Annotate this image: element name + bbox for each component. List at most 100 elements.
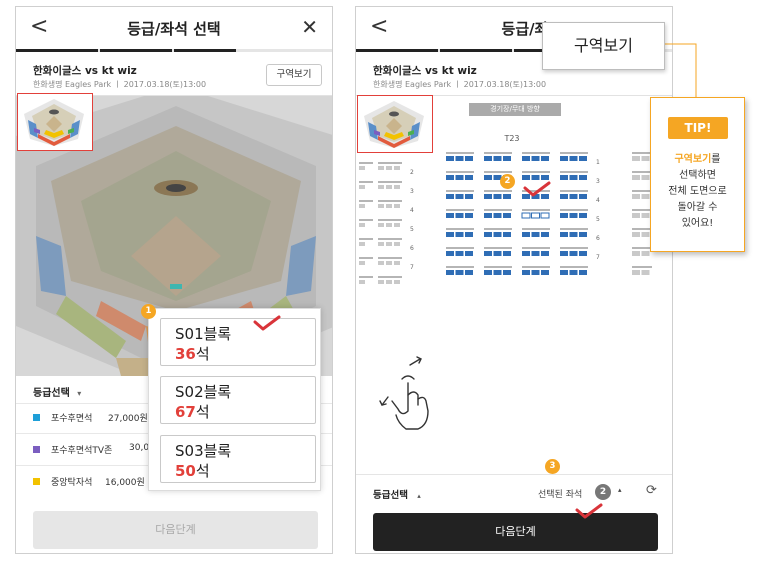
minimap-thumbnail[interactable] [17, 93, 93, 151]
seat [569, 194, 578, 199]
row-number: 3 [410, 188, 414, 195]
seat [493, 270, 502, 275]
row-divider [560, 247, 588, 249]
row-divider [560, 209, 588, 211]
grade-price: 30,0 [129, 443, 150, 453]
row-divider [446, 247, 474, 249]
close-button[interactable]: ✕ [301, 15, 318, 39]
match-subtitle: 한화생명 Eagles Park ㅣ 2017.03.18(토)13:00 [33, 80, 207, 89]
seat [394, 280, 400, 284]
grade-select-toggle[interactable]: 등급선택 ▴ [373, 487, 421, 501]
seat [465, 232, 473, 237]
row-divider [632, 152, 652, 154]
tip-line: 선택하면 [679, 170, 716, 181]
seat [455, 232, 464, 237]
match-info: 한화이글스 vs kt wiz 한화생명 Eagles Park ㅣ 2017.… [16, 54, 332, 96]
block-option-s03[interactable]: S03블록 50석 [160, 435, 316, 483]
callout-connector [664, 43, 697, 98]
seat [455, 270, 464, 275]
seat [378, 223, 384, 227]
caret-up-icon: ▴ [417, 492, 421, 500]
row-divider [632, 228, 652, 230]
row-number: 5 [596, 216, 600, 223]
seat [394, 166, 400, 170]
row-divider [359, 219, 373, 221]
seat [522, 156, 530, 161]
block-name: S03블록 [175, 442, 232, 460]
grade-row[interactable]: 포수후면석TV존 30,0 [33, 439, 153, 463]
stage-direction-label: 경기장/무대 방향 [469, 103, 561, 116]
next-step-button[interactable]: 다음단계 [373, 513, 658, 551]
grade-select-label: 등급선택 [373, 490, 408, 501]
row-divider [522, 247, 550, 249]
tip-badge: TIP! [668, 117, 728, 139]
seat [378, 261, 384, 265]
refresh-icon[interactable]: ⟳ [646, 483, 657, 498]
next-step-button[interactable]: 다음단계 [33, 511, 318, 549]
seat [465, 194, 473, 199]
seat [359, 166, 365, 170]
grade-row[interactable]: 포수후면석 27,000원 [33, 407, 153, 431]
seat [446, 175, 454, 180]
tip-box: TIP! 구역보기를 선택하면 전체 도면으로 돌아갈 수 있어요! [650, 97, 745, 252]
seat [484, 175, 492, 180]
seat [522, 270, 530, 275]
seat [569, 175, 578, 180]
row-divider [359, 276, 373, 278]
seat [541, 156, 549, 161]
selected-seats-label[interactable]: 선택된 좌석 [538, 487, 582, 500]
row-divider [359, 162, 373, 164]
seat [455, 194, 464, 199]
seat [386, 223, 392, 227]
checkmark-icon [253, 315, 281, 331]
bottom-bar: 다음단계 [16, 498, 332, 553]
progress-segment [440, 49, 512, 52]
row-divider [560, 190, 588, 192]
grade-price: 16,000원 [105, 478, 145, 488]
section-label: T23 [503, 134, 519, 143]
seat [465, 175, 473, 180]
seat [541, 232, 549, 237]
row-divider [632, 247, 652, 249]
row-divider [522, 171, 550, 173]
scrollbar[interactable] [332, 403, 333, 437]
row-number: 7 [596, 254, 600, 261]
minimap-thumbnail[interactable] [357, 95, 433, 153]
row-divider [446, 228, 474, 230]
seat [569, 213, 578, 218]
grade-name: 중앙탁자석 [51, 478, 93, 488]
caret-up-icon[interactable]: ▴ [618, 486, 622, 494]
seat [579, 213, 587, 218]
grade-row[interactable]: 중앙탁자석 16,000원 [33, 471, 153, 495]
seat [579, 251, 587, 256]
block-seat-count: 36석 [175, 345, 210, 363]
row-divider [522, 152, 550, 154]
seat [641, 251, 650, 256]
seat [560, 232, 568, 237]
seat [503, 156, 511, 161]
row-number: 1 [596, 159, 600, 166]
grade-name: 포수후면석 [51, 414, 93, 424]
zone-view-button[interactable]: 구역보기 [266, 64, 322, 86]
seat [579, 270, 587, 275]
block-option-s01[interactable]: S01블록 36석 [160, 318, 316, 366]
tip-line: 구역보기를 [674, 154, 721, 165]
row-divider [632, 190, 652, 192]
seat [465, 213, 473, 218]
seat [493, 232, 502, 237]
row-number: 4 [596, 197, 600, 204]
seat [394, 261, 400, 265]
row-number: 2 [410, 169, 414, 176]
row-divider [484, 171, 512, 173]
block-option-s02[interactable]: S02블록 67석 [160, 376, 316, 424]
seat [455, 175, 464, 180]
seat [569, 270, 578, 275]
grade-select-toggle[interactable]: 등급선택 ▾ [33, 384, 81, 399]
row-divider [446, 171, 474, 173]
row-number: 6 [596, 235, 600, 242]
minimap-stadium-icon [18, 94, 91, 149]
row-divider [359, 200, 373, 202]
row-number: 5 [410, 226, 414, 233]
zone-view-callout: 구역보기 [542, 22, 665, 70]
seat [503, 194, 511, 199]
